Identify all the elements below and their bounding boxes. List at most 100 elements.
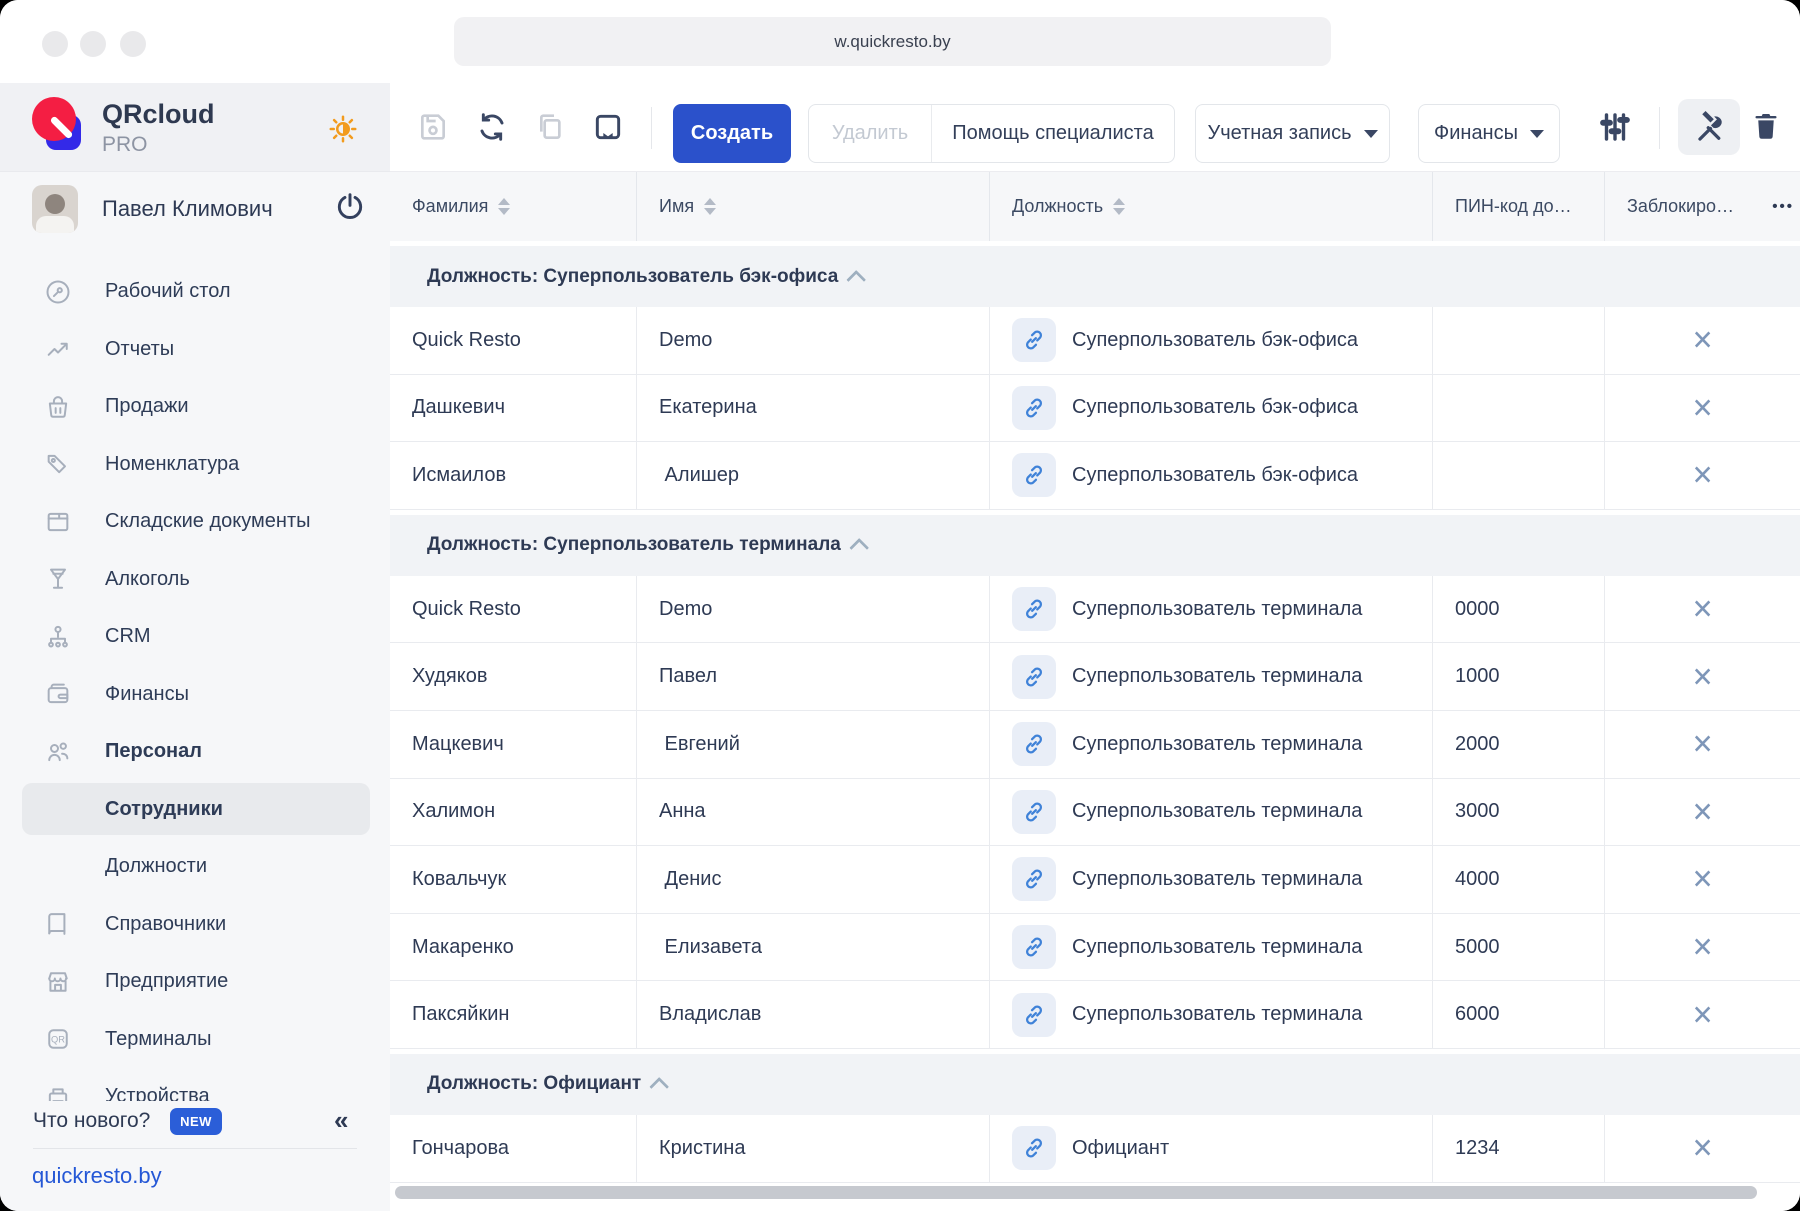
whats-new-link[interactable]: Что нового? (33, 1109, 150, 1133)
not-blocked-x-icon[interactable]: ✕ (1692, 663, 1714, 690)
not-blocked-x-icon[interactable]: ✕ (1692, 327, 1714, 354)
window-close-button[interactable] (42, 31, 68, 57)
quickresto-site-link[interactable]: quickresto.by (32, 1163, 162, 1189)
window-zoom-button[interactable] (120, 31, 146, 57)
not-blocked-x-icon[interactable]: ✕ (1692, 798, 1714, 825)
sidebar-item-label: Предприятие (105, 970, 228, 993)
finance-dropdown[interactable]: Финансы (1418, 104, 1560, 163)
column-header-position[interactable]: Должность (990, 172, 1433, 241)
column-label: Фамилия (412, 196, 488, 217)
position-link-icon[interactable] (1012, 722, 1056, 766)
employee-row[interactable]: Quick Resto Demo Суперпользователь бэк-о… (390, 307, 1800, 375)
column-header-firstname[interactable]: Имя (637, 172, 990, 241)
position-link-icon[interactable] (1012, 453, 1056, 497)
firstname-cell: Денис (637, 846, 990, 913)
group-header[interactable]: Должность: Официант (390, 1054, 1800, 1115)
lastname-cell: Худяков (390, 643, 637, 710)
filter-sliders-icon[interactable] (1598, 110, 1630, 142)
sidebar-item-label: Складские документы (105, 510, 310, 533)
employee-row[interactable]: Гончарова Кристина Официант 1234 ✕ (390, 1115, 1800, 1183)
group-header[interactable]: Должность: Суперпользователь бэк-офиса (390, 246, 1800, 307)
app-window: w.quickresto.by QRcloud PRO Павел К (0, 0, 1800, 1211)
not-blocked-x-icon[interactable]: ✕ (1692, 731, 1714, 758)
sidebar-item-должности[interactable]: Должности (0, 838, 390, 895)
position-link-icon[interactable] (1012, 993, 1056, 1037)
position-link-icon[interactable] (1012, 1126, 1056, 1170)
not-blocked-x-icon[interactable]: ✕ (1692, 933, 1714, 960)
delete-button[interactable]: Удалить (809, 105, 932, 162)
sidebar-item-алкоголь[interactable]: Алкоголь (0, 551, 390, 608)
sidebar: QRcloud PRO Павел Климович (0, 83, 390, 1211)
sidebar-item-номенклатура[interactable]: Номенклатура (0, 436, 390, 493)
sidebar-item-продажи[interactable]: Продажи (0, 378, 390, 435)
lastname-cell: Quick Resto (390, 307, 637, 374)
sidebar-item-складские-документы[interactable]: Складские документы (0, 493, 390, 550)
employee-row[interactable]: Исмаилов Алишер Суперпользователь бэк-оф… (390, 442, 1800, 510)
employee-row[interactable]: Паксяйкин Владислав Суперпользователь те… (390, 981, 1800, 1049)
not-blocked-x-icon[interactable]: ✕ (1692, 595, 1714, 622)
position-link-icon[interactable] (1012, 857, 1056, 901)
employee-row[interactable]: Мацкевич Евгений Суперпользователь терми… (390, 711, 1800, 779)
sidebar-item-справочники[interactable]: Справочники (0, 896, 390, 953)
position-cell: Суперпользователь бэк-офиса (990, 442, 1433, 509)
employee-row[interactable]: Quick Resto Demo Суперпользователь терми… (390, 576, 1800, 644)
copy-icon[interactable] (534, 111, 566, 143)
lastname-cell: Халимон (390, 779, 637, 846)
position-link-icon[interactable] (1012, 790, 1056, 834)
sidebar-item-label: Персонал (105, 740, 202, 763)
position-cell: Суперпользователь терминала (990, 981, 1433, 1048)
create-button[interactable]: Создать (673, 104, 791, 163)
position-link-icon[interactable] (1012, 318, 1056, 362)
toolbar: Создать Удалить Помощь специалиста Учетн… (390, 83, 1800, 172)
position-link-icon[interactable] (1012, 925, 1056, 969)
group-header[interactable]: Должность: Суперпользователь терминала (390, 515, 1800, 576)
employee-row[interactable]: Ковальчук Денис Суперпользователь термин… (390, 846, 1800, 914)
pin-cell: 1000 (1433, 643, 1605, 710)
employee-row[interactable]: Макаренко Елизавета Суперпользователь те… (390, 914, 1800, 982)
sidebar-item-crm[interactable]: CRM (0, 608, 390, 665)
not-blocked-x-icon[interactable]: ✕ (1692, 1001, 1714, 1028)
account-dropdown[interactable]: Учетная запись (1195, 104, 1390, 163)
window-minimize-button[interactable] (80, 31, 106, 57)
position-link-icon[interactable] (1012, 655, 1056, 699)
specialist-help-button[interactable]: Помощь специалиста (932, 122, 1174, 145)
column-header-blocked[interactable]: Заблокиро… ••• (1605, 172, 1800, 241)
sidebar-item-сотрудники[interactable]: Сотрудники (0, 781, 390, 838)
not-blocked-x-icon[interactable]: ✕ (1692, 462, 1714, 489)
warehouse-icon (44, 508, 72, 536)
group-title: Должность: Суперпользователь терминала (427, 534, 841, 556)
column-header-lastname[interactable]: Фамилия (390, 172, 637, 241)
tools-button[interactable] (1678, 99, 1740, 155)
save-icon[interactable] (417, 111, 449, 143)
trash-icon[interactable] (1750, 110, 1782, 142)
sidebar-item-предприятие[interactable]: Предприятие (0, 953, 390, 1010)
refresh-icon[interactable] (476, 111, 508, 143)
employee-row[interactable]: Худяков Павел Суперпользователь терминал… (390, 643, 1800, 711)
firstname-cell: Павел (637, 643, 990, 710)
sidebar-item-финансы[interactable]: Финансы (0, 666, 390, 723)
more-columns-button[interactable]: ••• (1772, 172, 1794, 241)
sidebar-item-терминалы[interactable]: QRТерминалы (0, 1011, 390, 1068)
logout-power-icon[interactable] (334, 190, 366, 222)
import-tray-icon[interactable] (592, 111, 624, 143)
user-name: Павел Климович (102, 196, 273, 222)
not-blocked-x-icon[interactable]: ✕ (1692, 1135, 1714, 1162)
not-blocked-x-icon[interactable]: ✕ (1692, 394, 1714, 421)
employee-row[interactable]: Дашкевич Екатерина Суперпользователь бэк… (390, 375, 1800, 443)
collapse-sidebar-icon[interactable]: « (334, 1105, 348, 1136)
user-row[interactable]: Павел Климович (0, 172, 390, 248)
not-blocked-x-icon[interactable]: ✕ (1692, 866, 1714, 893)
sidebar-item-персонал[interactable]: Персонал (0, 723, 390, 780)
sidebar-item-рабочий-стол[interactable]: Рабочий стол (0, 263, 390, 320)
employee-row[interactable]: Халимон Анна Суперпользователь терминала… (390, 779, 1800, 847)
theme-brightness-icon[interactable] (328, 114, 358, 144)
horizontal-scrollbar-thumb[interactable] (395, 1186, 1757, 1199)
column-header-pin[interactable]: ПИН-код до… (1433, 172, 1605, 241)
sidebar-item-label: Отчеты (105, 338, 174, 361)
blocked-cell: ✕ (1605, 779, 1800, 846)
pin-cell: 2000 (1433, 711, 1605, 778)
address-bar[interactable]: w.quickresto.by (454, 17, 1331, 66)
position-link-icon[interactable] (1012, 386, 1056, 430)
sidebar-item-отчеты[interactable]: Отчеты (0, 321, 390, 378)
position-link-icon[interactable] (1012, 587, 1056, 631)
